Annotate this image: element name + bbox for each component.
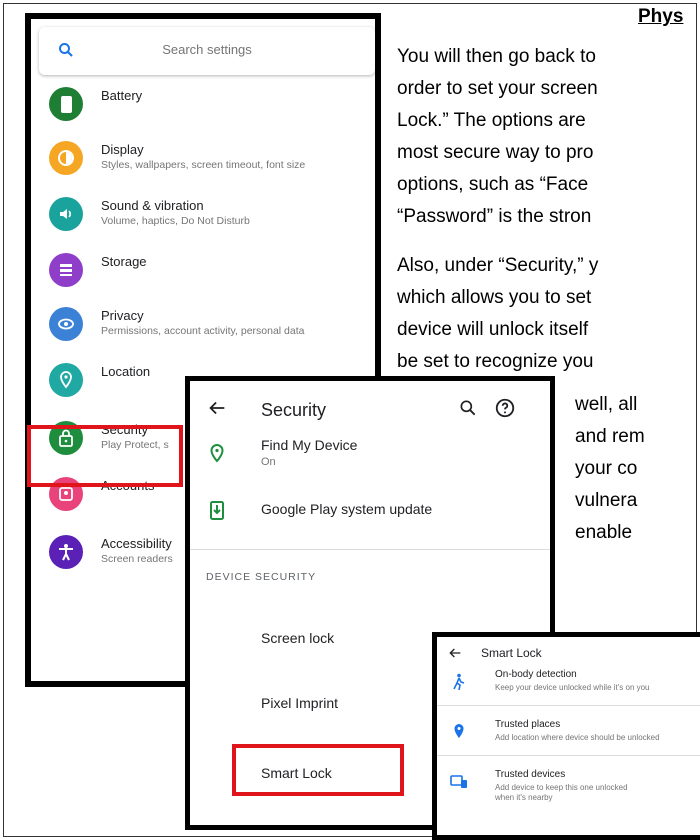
- pixel-imprint-item[interactable]: Pixel Imprint: [261, 695, 338, 711]
- help-icon[interactable]: [494, 397, 516, 419]
- divider: [190, 549, 550, 550]
- doc-line: order to set your screen: [397, 78, 598, 99]
- settings-item-label: Display: [101, 142, 144, 157]
- settings-item-subtitle: Screen readers: [101, 553, 173, 565]
- on-body-detection-item[interactable]: On-body detection: [495, 669, 577, 680]
- doc-line: most secure way to pro: [397, 142, 594, 163]
- divider: [437, 705, 700, 706]
- doc-line: and rem: [575, 426, 645, 447]
- doc-line: which allows you to set: [397, 287, 592, 308]
- doc-line: vulnera: [575, 490, 638, 511]
- doc-line: device will unlock itself: [397, 319, 589, 340]
- doc-line: be set to recognize you: [397, 351, 594, 372]
- display-icon: [49, 141, 83, 175]
- walking-person-icon: [453, 673, 465, 691]
- divider: [437, 755, 700, 756]
- smart-lock-highlight: [232, 744, 404, 796]
- settings-item-sound[interactable]: Sound & vibration Volume, haptics, Do No…: [31, 185, 375, 245]
- settings-item-privacy[interactable]: Privacy Permissions, account activity, p…: [31, 295, 375, 355]
- storage-icon: [49, 253, 83, 287]
- find-my-device-title[interactable]: Find My Device: [261, 437, 357, 453]
- doc-line: options, such as “Face: [397, 174, 589, 195]
- search-input[interactable]: Search settings: [39, 42, 375, 57]
- app-bar: Security: [190, 381, 550, 439]
- location-icon: [49, 363, 83, 397]
- trusted-places-description: Add location where device should be unlo…: [495, 733, 660, 742]
- settings-item-subtitle: Volume, haptics, Do Not Disturb: [101, 215, 250, 227]
- trusted-devices-icon: [450, 775, 467, 788]
- back-arrow-icon[interactable]: [206, 397, 228, 419]
- settings-item-label: Location: [101, 364, 151, 379]
- play-system-update-item[interactable]: Google Play system update: [261, 501, 432, 517]
- settings-item-label: Storage: [101, 254, 147, 269]
- settings-item-label: Privacy: [101, 308, 144, 323]
- settings-item-label: Accessibility: [101, 536, 172, 551]
- trusted-devices-item[interactable]: Trusted devices: [495, 769, 565, 780]
- security-highlight: [27, 425, 183, 487]
- settings-item-label: Sound & vibration: [101, 198, 204, 213]
- doc-line: Lock.” The options are: [397, 110, 586, 131]
- doc-line: Also, under “Security,” y: [397, 255, 599, 276]
- doc-line: “Password” is the stron: [397, 206, 592, 227]
- search-icon[interactable]: [458, 398, 478, 418]
- doc-line: well, all: [575, 394, 638, 415]
- battery-icon: [49, 87, 83, 121]
- settings-item-subtitle: Permissions, account activity, personal …: [101, 325, 305, 337]
- on-body-detection-description: Keep your device unlocked while it's on …: [495, 683, 650, 692]
- screen-lock-item[interactable]: Screen lock: [261, 630, 334, 646]
- settings-item-subtitle: Styles, wallpapers, screen timeout, font…: [101, 159, 306, 171]
- settings-item-display[interactable]: Display Styles, wallpapers, screen timeo…: [31, 129, 375, 189]
- doc-line: enable: [575, 522, 633, 543]
- smart-lock-screenshot: Smart Lock On-body detection Keep your d…: [432, 632, 700, 840]
- find-my-device-status: On: [261, 456, 276, 468]
- sound-icon: [49, 197, 83, 231]
- doc-line: You will then go back to: [397, 46, 596, 67]
- page-title: Security: [261, 400, 327, 420]
- doc-line: your co: [575, 458, 638, 479]
- trusted-devices-description: Add device to keep this one unlocked whe…: [495, 783, 628, 802]
- accessibility-icon: [49, 535, 83, 569]
- location-pin-icon: [210, 443, 224, 463]
- settings-item-storage[interactable]: Storage: [31, 241, 375, 301]
- trusted-places-item[interactable]: Trusted places: [495, 719, 560, 730]
- privacy-icon: [49, 307, 83, 341]
- back-arrow-icon[interactable]: [447, 645, 463, 661]
- section-header: DEVICE SECURITY: [206, 571, 317, 583]
- settings-item-label: Battery: [101, 88, 143, 103]
- search-bar[interactable]: Search settings: [39, 27, 375, 75]
- system-update-icon: [210, 501, 224, 520]
- section-heading: Phys: [638, 6, 684, 27]
- settings-item-battery[interactable]: Battery: [31, 75, 375, 135]
- page-title: Smart Lock: [481, 646, 542, 660]
- location-pin-icon: [454, 724, 464, 738]
